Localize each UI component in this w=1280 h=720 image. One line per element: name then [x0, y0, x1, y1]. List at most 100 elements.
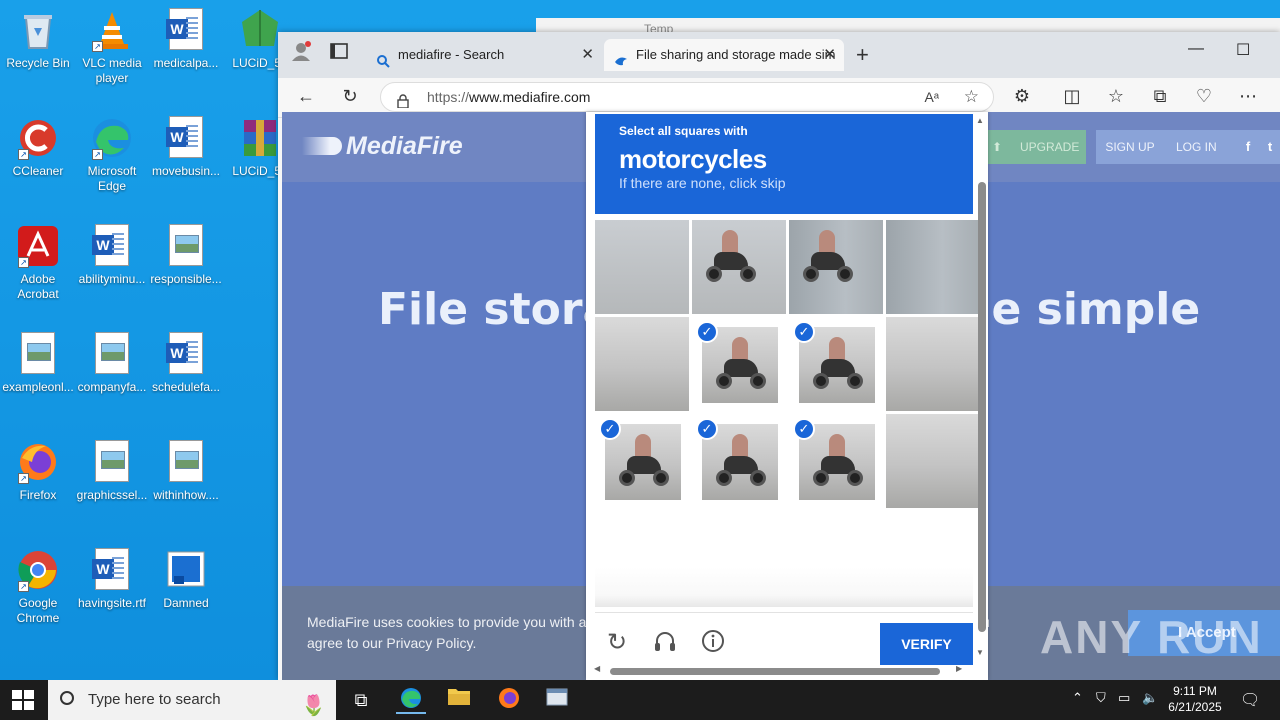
address-bar[interactable]: https://www.mediafire.com A͏ᵃ ☆: [380, 82, 994, 112]
taskbar-search-box[interactable]: Type here to search 🌷: [48, 680, 336, 720]
captcha-tile[interactable]: [886, 414, 980, 508]
info-icon[interactable]: [699, 629, 727, 657]
scroll-thumb[interactable]: [978, 182, 986, 632]
verify-button[interactable]: VERIFY: [880, 623, 973, 665]
desktop-icon-vlc[interactable]: ↗ VLC media player: [74, 8, 150, 86]
desktop-icon-abilityminu[interactable]: W abilityminu...: [74, 224, 150, 287]
desktop-icon-google-chrome[interactable]: ↗ Google Chrome: [0, 548, 76, 626]
captcha-tile[interactable]: ✓: [789, 317, 883, 411]
clock-time: 9:11 PM: [1173, 684, 1217, 698]
desktop-icon-label: havingsite.rtf: [77, 596, 147, 610]
desktop-icon-firefox[interactable]: ↗ Firefox: [0, 440, 76, 503]
signup-button[interactable]: SIGN UP: [1096, 130, 1164, 164]
captcha-tile[interactable]: [595, 220, 689, 314]
app-taskbar-icon[interactable]: [542, 686, 572, 714]
tab-actions-icon[interactable]: [324, 40, 354, 68]
image-file-icon: [164, 440, 208, 484]
favorites-icon[interactable]: ☆: [1104, 86, 1128, 107]
login-button[interactable]: LOG IN f t: [1164, 130, 1280, 164]
new-tab-icon[interactable]: +: [856, 42, 869, 68]
maximize-icon[interactable]: ☐: [1236, 40, 1250, 60]
audio-challenge-icon[interactable]: [651, 629, 679, 657]
word-document-icon: W: [164, 116, 208, 160]
scroll-down-icon[interactable]: ▼: [976, 648, 984, 657]
captcha-tile[interactable]: ✓: [692, 317, 786, 411]
desktop-icon-exampleonl[interactable]: exampleonl...: [0, 332, 76, 395]
motorcycle-icon: [704, 230, 756, 284]
hcaptcha-challenge: Select all squares with motorcycles If t…: [586, 112, 988, 680]
mediafire-logo[interactable]: MediaFire: [302, 132, 463, 161]
desktop-icon-microsoft-edge[interactable]: ↗ Microsoft Edge: [74, 116, 150, 194]
desktop-icon-movebusin[interactable]: W movebusin...: [148, 116, 224, 179]
profile-icon[interactable]: [286, 40, 316, 68]
lock-icon: [397, 89, 409, 109]
file-explorer-icon[interactable]: [444, 686, 474, 714]
network-icon[interactable]: ▭: [1118, 690, 1130, 706]
desktop-icon-withinhow[interactable]: withinhow....: [148, 440, 224, 503]
firefox-icon: ↗: [16, 440, 60, 484]
tray-chevron-icon[interactable]: ⌃: [1072, 690, 1083, 706]
facebook-icon[interactable]: f: [1240, 139, 1256, 155]
more-menu-icon[interactable]: ⋯: [1236, 86, 1260, 107]
scroll-left-icon[interactable]: ◀: [594, 664, 600, 673]
recycle-bin-icon: [16, 8, 60, 52]
anyrun-watermark: ANY RUN: [1040, 611, 1263, 663]
scroll-right-icon[interactable]: ▶: [956, 664, 962, 673]
browser-essentials-icon[interactable]: ♡: [1192, 86, 1216, 107]
desktop-icon-damned[interactable]: Damned: [148, 548, 224, 611]
tray-app-icon[interactable]: ⛉: [1096, 690, 1106, 706]
firefox-taskbar-icon[interactable]: [494, 686, 524, 714]
desktop-icon-recycle-bin[interactable]: Recycle Bin: [0, 8, 76, 71]
volume-icon[interactable]: 🔈: [1142, 690, 1158, 706]
desktop-icon-medicalpa[interactable]: W medicalpa...: [148, 8, 224, 71]
minimize-icon[interactable]: —: [1188, 40, 1204, 58]
taskbar-clock[interactable]: 9:11 PM 6/21/2025: [1160, 683, 1230, 715]
refresh-icon[interactable]: ↻: [338, 86, 362, 107]
task-view-icon[interactable]: ⧉: [346, 686, 376, 714]
captcha-tile[interactable]: ✓: [789, 414, 883, 508]
desktop-icon-companyfa[interactable]: companyfa...: [74, 332, 150, 395]
captcha-tile[interactable]: [692, 220, 786, 314]
windows-start-icon[interactable]: [12, 690, 34, 710]
verify-label: VERIFY: [901, 636, 952, 652]
desktop-icon-responsible[interactable]: responsible...: [148, 224, 224, 287]
collections-icon[interactable]: ⧉: [1148, 86, 1172, 107]
captcha-tile[interactable]: ✓: [692, 414, 786, 508]
motorcycle-icon: [714, 434, 766, 488]
notification-icon[interactable]: 🗨: [1240, 690, 1260, 710]
desktop-icon-label: Google Chrome: [16, 596, 60, 625]
close-tab-icon[interactable]: ✕: [823, 39, 836, 71]
desktop-icon-havingsite[interactable]: W havingsite.rtf: [74, 548, 150, 611]
captcha-hint: If there are none, click skip: [619, 175, 786, 191]
favorite-star-icon[interactable]: ☆: [964, 83, 979, 111]
captcha-instruction: Select all squares with: [619, 124, 748, 138]
tab-mediafire-search[interactable]: mediafire - Search ✕: [366, 39, 602, 71]
refresh-challenge-icon[interactable]: ↻: [603, 629, 631, 657]
upgrade-button[interactable]: ⬆ UPGRADE: [982, 130, 1086, 164]
scroll-up-icon[interactable]: ▲: [976, 116, 984, 125]
scroll-thumb[interactable]: [610, 668, 940, 675]
captcha-tile[interactable]: [886, 220, 980, 314]
desktop-icon-adobe-acrobat[interactable]: ↗ Adobe Acrobat: [0, 224, 76, 302]
twitter-icon[interactable]: t: [1262, 139, 1278, 155]
extensions-icon[interactable]: ⚙: [1010, 86, 1034, 107]
captcha-vertical-scrollbar[interactable]: ▲ ▼: [976, 116, 986, 658]
split-screen-icon[interactable]: ◫: [1060, 86, 1084, 107]
back-icon[interactable]: ←: [294, 86, 318, 107]
desktop-icon-graphicssel[interactable]: graphicssel...: [74, 440, 150, 503]
captcha-tile-image: [595, 317, 689, 411]
read-aloud-icon[interactable]: A͏ᵃ: [924, 83, 939, 111]
captcha-horizontal-scrollbar[interactable]: ◀ ▶: [594, 664, 972, 676]
captcha-tile[interactable]: [886, 317, 980, 411]
captcha-tile[interactable]: [789, 220, 883, 314]
chrome-icon: ↗: [16, 548, 60, 592]
desktop-icon-schedulefa[interactable]: W schedulefa...: [148, 332, 224, 395]
upgrade-icon: ⬆: [992, 140, 1003, 154]
captcha-tile[interactable]: [595, 317, 689, 411]
desktop-icon-ccleaner[interactable]: ↗ CCleaner: [0, 116, 76, 179]
close-tab-icon[interactable]: ✕: [581, 39, 594, 71]
captcha-tile[interactable]: ✓: [595, 414, 689, 508]
edge-taskbar-icon[interactable]: [396, 686, 426, 714]
desktop-icon-label: Recycle Bin: [6, 56, 70, 70]
tab-mediafire-active[interactable]: File sharing and storage made sim ✕: [604, 39, 844, 71]
